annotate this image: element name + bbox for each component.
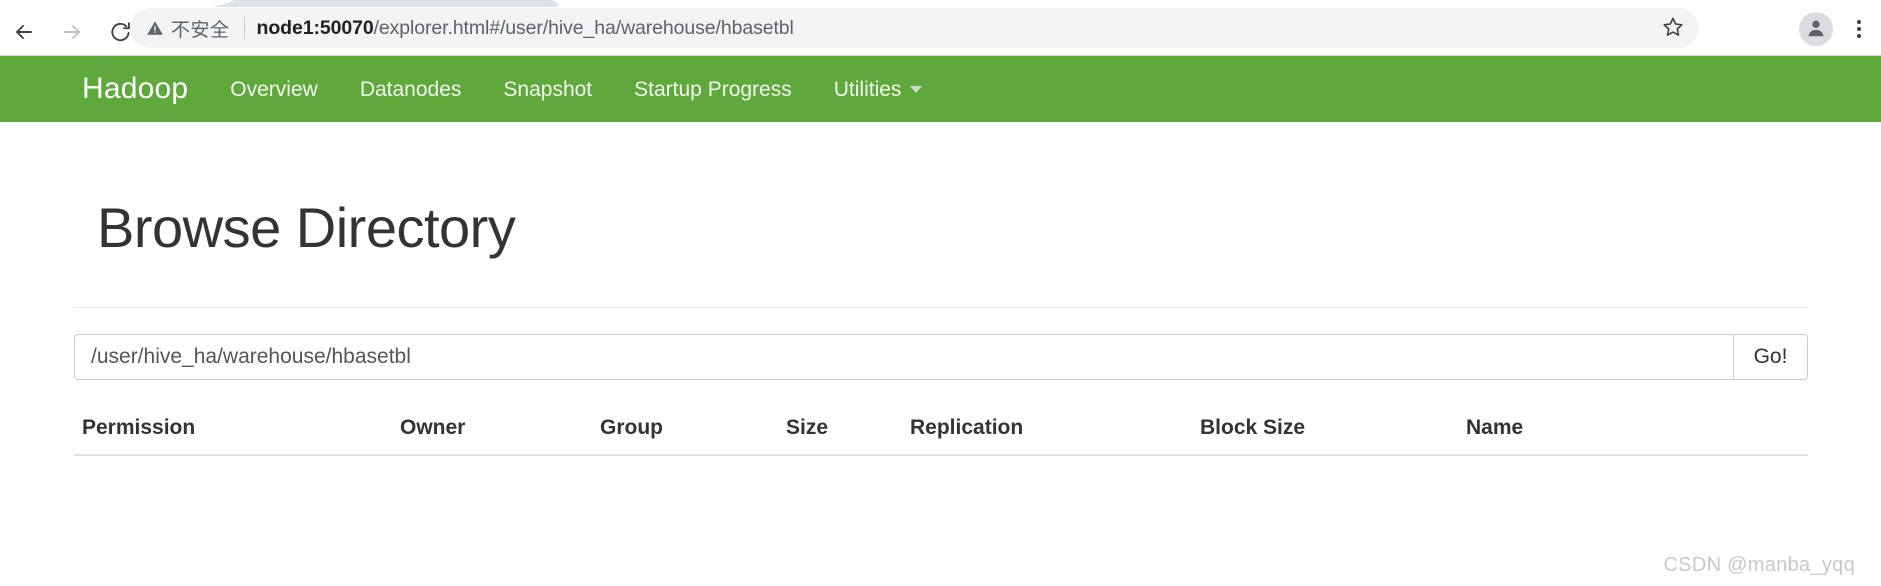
back-button[interactable] (0, 10, 48, 54)
browser-navigation-buttons (0, 7, 144, 56)
browser-tab[interactable] (228, 0, 558, 7)
omnibox-divider (243, 17, 245, 39)
column-header-size[interactable]: Size (778, 408, 902, 456)
content-container: Browse Directory Go! Permission Owner Gr… (74, 122, 1808, 456)
address-bar[interactable]: 不安全 node1:50070/explorer.html#/user/hive… (130, 8, 1699, 48)
browser-tab-strip (0, 0, 1881, 7)
security-status-chip[interactable]: 不安全 (146, 8, 230, 48)
forward-button[interactable] (48, 10, 96, 54)
person-avatar-icon (1805, 17, 1827, 42)
column-header-block-size[interactable]: Block Size (1192, 408, 1458, 456)
nav-item-utilities[interactable]: Utilities (834, 79, 923, 100)
column-header-group[interactable]: Group (592, 408, 778, 456)
table-header-row: Permission Owner Group Size Replication … (74, 408, 1808, 456)
nav-item-snapshot[interactable]: Snapshot (503, 79, 592, 100)
nav-item-snapshot-label: Snapshot (503, 77, 593, 101)
nav-item-startup-progress-label: Startup Progress (634, 77, 792, 101)
forward-arrow-icon (60, 20, 84, 44)
column-header-name[interactable]: Name (1458, 408, 1808, 456)
csdn-watermark: CSDN @manba_yqq (1663, 554, 1855, 576)
profile-avatar[interactable] (1799, 12, 1833, 46)
column-header-permission[interactable]: Permission (74, 408, 392, 456)
nav-item-datanodes[interactable]: Datanodes (360, 79, 462, 100)
navbar-brand[interactable]: Hadoop (82, 74, 188, 104)
column-header-replication[interactable]: Replication (902, 408, 1192, 456)
url-host: node1:50070 (256, 16, 374, 39)
hadoop-navbar: Hadoop Overview Datanodes Snapshot Start… (0, 56, 1881, 122)
reload-icon (109, 20, 132, 43)
nav-item-utilities-label: Utilities (833, 77, 902, 101)
nav-item-startup-progress[interactable]: Startup Progress (634, 79, 792, 100)
path-input[interactable] (74, 334, 1733, 380)
bookmark-button[interactable] (1651, 9, 1695, 47)
warning-triangle-icon (146, 19, 164, 37)
security-status-label: 不安全 (171, 19, 230, 41)
three-dots-vertical-icon (1857, 20, 1861, 38)
chevron-down-icon (910, 85, 923, 93)
nav-item-datanodes-label: Datanodes (359, 77, 462, 101)
table-header: Permission Owner Group Size Replication … (74, 408, 1808, 456)
browser-menu-button[interactable] (1843, 14, 1875, 44)
nav-item-overview[interactable]: Overview (230, 79, 318, 100)
back-arrow-icon (12, 20, 36, 44)
go-button[interactable]: Go! (1733, 334, 1808, 380)
star-outline-icon (1661, 15, 1685, 42)
browser-chrome: 不安全 node1:50070/explorer.html#/user/hive… (0, 0, 1881, 56)
url-path: /explorer.html#/user/hive_ha/warehouse/h… (373, 16, 794, 39)
path-input-group: Go! (74, 334, 1808, 380)
nav-item-overview-label: Overview (230, 77, 318, 101)
url-text: node1:50070/explorer.html#/user/hive_ha/… (257, 17, 1651, 40)
page-title: Browse Directory (97, 196, 516, 259)
title-divider (74, 307, 1808, 308)
column-header-owner[interactable]: Owner (392, 408, 592, 456)
page-body: Browse Directory Go! Permission Owner Gr… (0, 122, 1881, 585)
directory-listing-table: Permission Owner Group Size Replication … (74, 408, 1808, 456)
